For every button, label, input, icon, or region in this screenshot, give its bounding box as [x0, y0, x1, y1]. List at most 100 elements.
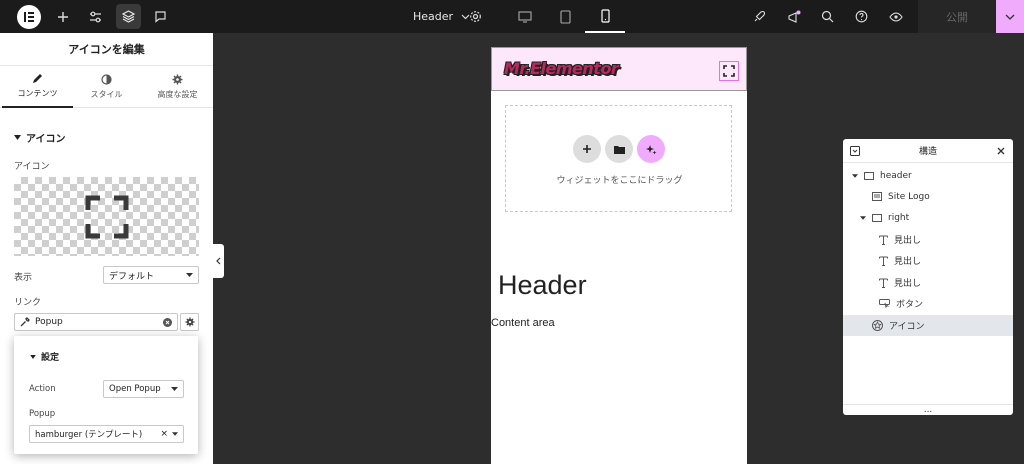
- folder-icon: [613, 145, 625, 154]
- node-label: header: [880, 170, 912, 181]
- editor-panel: アイコンを編集 コンテンツ スタイル 高度な設定 アイコン アイコン 表示 デフ…: [0, 33, 213, 464]
- star-icon: [872, 320, 883, 331]
- tablet-view-icon[interactable]: [545, 0, 585, 33]
- header-section[interactable]: Mr.Elementor: [491, 47, 747, 91]
- caret-down-icon: [30, 354, 36, 359]
- tab-style[interactable]: スタイル: [71, 66, 142, 108]
- icon-label: アイコン: [14, 162, 50, 172]
- structure-node-heading[interactable]: 見出し: [843, 229, 1013, 250]
- gear-icon: [184, 317, 195, 327]
- search-icon[interactable]: [811, 0, 844, 33]
- panel-menu-icon[interactable]: [850, 146, 860, 156]
- caret-down-icon: [860, 215, 866, 220]
- drop-zone[interactable]: ウィジェットをここにドラッグ: [505, 105, 732, 212]
- pencil-icon: [33, 74, 42, 83]
- display-label: 表示: [14, 273, 33, 283]
- sparkle-icon: [645, 144, 656, 154]
- mobile-view-icon[interactable]: [585, 0, 625, 33]
- structure-resize-handle[interactable]: ...: [843, 404, 1013, 415]
- chevron-left-icon: [216, 257, 221, 265]
- section-toggle[interactable]: アイコン: [14, 130, 66, 145]
- popover-toggle[interactable]: 設定: [30, 350, 59, 363]
- link-label: リンク: [14, 298, 42, 308]
- panel-title: アイコンを編集: [0, 33, 213, 66]
- expand-icon: [85, 195, 128, 238]
- clear-icon[interactable]: [163, 317, 172, 327]
- display-select[interactable]: デフォルト: [103, 266, 199, 284]
- site-logo[interactable]: Mr.Elementor: [504, 59, 619, 78]
- structure-node-heading[interactable]: 見出し: [843, 272, 1013, 293]
- close-icon[interactable]: [997, 147, 1005, 155]
- preview-heading[interactable]: Header: [498, 270, 587, 301]
- template-name: Header: [412, 10, 454, 23]
- node-label: 見出し: [894, 236, 922, 246]
- structure-node-right[interactable]: right: [843, 207, 1013, 228]
- gear-icon: [172, 74, 183, 85]
- drop-text: ウィジェットをここにドラッグ: [556, 176, 683, 186]
- link-settings-button[interactable]: [180, 313, 199, 331]
- notes-icon[interactable]: [144, 0, 177, 33]
- desktop-view-icon[interactable]: [505, 0, 545, 33]
- structure-panel: 構造 header Site Logo right 見出し 見出し 見出し ボタ…: [843, 139, 1013, 415]
- wrench-icon: [20, 317, 30, 327]
- icon-picker[interactable]: [14, 177, 199, 256]
- tab-content-label: コンテンツ: [17, 89, 58, 98]
- structure-header: 構造: [843, 139, 1013, 163]
- button-icon: [879, 299, 890, 308]
- structure-node-site-logo[interactable]: Site Logo: [843, 186, 1013, 207]
- link-settings-popover: 設定 Action Open Popup Popup hamburger (テン…: [14, 336, 198, 454]
- node-label: 見出し: [894, 257, 922, 267]
- site-settings-icon[interactable]: [79, 0, 112, 33]
- panel-tabs: コンテンツ スタイル 高度な設定: [0, 66, 213, 108]
- caret-down-icon: [852, 173, 858, 178]
- preview-eye-icon[interactable]: [879, 0, 912, 33]
- site-logo-icon: [872, 192, 882, 201]
- page-settings-gear-icon[interactable]: [459, 0, 492, 33]
- plus-icon: [583, 145, 591, 153]
- preview-content[interactable]: Content area: [491, 317, 555, 329]
- tab-advanced-label: 高度な設定: [157, 90, 198, 99]
- caret-down-icon: [171, 387, 178, 391]
- rocket-icon[interactable]: [743, 0, 776, 33]
- action-value: Open Popup: [109, 384, 161, 394]
- whats-new-icon[interactable]: [777, 0, 810, 33]
- node-label: ボタン: [896, 300, 924, 310]
- popup-value: hamburger (テンプレート): [35, 430, 143, 440]
- add-template-button[interactable]: [605, 135, 633, 163]
- action-select[interactable]: Open Popup: [103, 380, 184, 398]
- top-bar: Header 公開: [0, 0, 1024, 33]
- structure-node-icon[interactable]: アイコン: [843, 315, 1013, 336]
- structure-title: 構造: [918, 147, 937, 157]
- structure-icon[interactable]: [116, 4, 141, 29]
- link-input[interactable]: Popup: [14, 313, 178, 331]
- collapse-panel-button[interactable]: [213, 244, 224, 278]
- half-circle-icon: [101, 74, 112, 85]
- publish-options-button[interactable]: [996, 0, 1024, 33]
- add-section-button[interactable]: [573, 135, 601, 163]
- mobile-preview: Mr.Elementor ウィジェットをここにドラッグ Header Conte…: [491, 47, 747, 464]
- elementor-logo-icon[interactable]: [17, 5, 41, 29]
- tab-advanced[interactable]: 高度な設定: [142, 66, 213, 108]
- heading-icon: [879, 235, 888, 245]
- ai-button[interactable]: [637, 135, 665, 163]
- help-icon[interactable]: [845, 0, 878, 33]
- tab-style-label: スタイル: [90, 90, 123, 99]
- tab-content[interactable]: コンテンツ: [2, 66, 73, 108]
- popup-label: Popup: [29, 409, 56, 419]
- add-element-icon[interactable]: [46, 0, 79, 33]
- popup-select[interactable]: hamburger (テンプレート) ×: [29, 425, 184, 443]
- structure-node-heading[interactable]: 見出し: [843, 250, 1013, 271]
- caret-down-icon: [172, 432, 178, 436]
- node-label: right: [888, 212, 910, 223]
- hamburger-expand-icon[interactable]: [719, 61, 739, 81]
- container-icon: [872, 213, 882, 222]
- link-value: Popup: [35, 317, 63, 327]
- structure-node-header[interactable]: header: [843, 165, 1013, 186]
- node-label: 見出し: [894, 279, 922, 289]
- section-title: アイコン: [26, 134, 66, 145]
- display-value: デフォルト: [109, 271, 155, 282]
- structure-node-button[interactable]: ボタン: [843, 293, 1013, 314]
- heading-icon: [879, 278, 888, 288]
- clear-selection-icon[interactable]: ×: [160, 429, 168, 439]
- publish-button[interactable]: 公開: [918, 0, 996, 33]
